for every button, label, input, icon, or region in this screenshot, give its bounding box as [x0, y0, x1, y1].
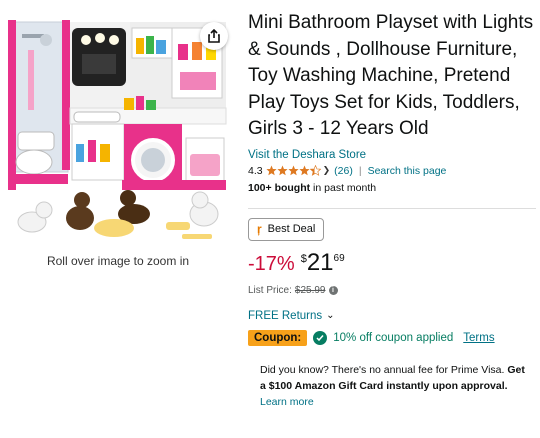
bought-count: 100+ bought: [248, 181, 311, 194]
info-icon[interactable]: i: [328, 285, 338, 295]
price-whole: 21: [306, 248, 334, 276]
list-price-label: List Price:: [248, 284, 292, 296]
discount-percent: -17%: [248, 252, 295, 275]
chevron-down-icon[interactable]: ❯: [323, 165, 331, 176]
free-returns-label[interactable]: FREE Returns: [248, 310, 322, 322]
separator: |: [358, 164, 362, 177]
check-icon: [313, 330, 328, 345]
best-deal-badge: ŗ Best Deal: [248, 217, 325, 241]
share-button[interactable]: [200, 22, 228, 50]
coupon-row: Coupon: 10% off coupon applied Terms: [248, 328, 536, 348]
bought-in-past-month: 100+ bought in past month: [248, 182, 536, 194]
product-title: Mini Bathroom Playset with Lights & Soun…: [248, 12, 534, 139]
free-returns[interactable]: FREE Returns ⌄: [248, 310, 536, 322]
promo-text: Did you know? There's no annual fee for …: [260, 363, 508, 376]
zoom-hint: Roll over image to zoom in: [46, 254, 190, 268]
price-fraction: 69: [333, 252, 345, 264]
image-gallery: Roll over image to zoom in: [0, 0, 236, 438]
learn-more-link[interactable]: Learn more: [260, 396, 314, 408]
star-icon: [299, 165, 310, 176]
product-details: Mini Bathroom Playset with Lights & Soun…: [248, 10, 536, 410]
coupon-applied-text: 10% off coupon applied: [333, 331, 454, 344]
list-price: List Price: $25.99 i: [248, 285, 536, 296]
deal-tag-icon: ŗ: [257, 222, 262, 236]
divider: [248, 207, 536, 209]
coupon-terms-link[interactable]: Terms: [463, 332, 494, 344]
half-star-icon: [309, 165, 321, 176]
search-this-page-link[interactable]: Search this page: [368, 165, 447, 177]
star-rating[interactable]: [266, 165, 321, 176]
rating-row: 4.3 ❯ (26) | Search this page: [248, 164, 536, 178]
coupon-badge: Coupon:: [248, 329, 308, 346]
chevron-down-icon[interactable]: ⌄: [326, 310, 334, 321]
rating-count-link[interactable]: (26): [334, 165, 353, 177]
star-icon: [266, 165, 277, 176]
rating-value: 4.3: [248, 164, 263, 177]
star-icon: [277, 165, 288, 176]
bought-period: in past month: [310, 181, 377, 194]
prime-visa-promo: Did you know? There's no annual fee for …: [260, 362, 532, 410]
share-icon: [208, 29, 220, 43]
store-link[interactable]: Visit the Deshara Store: [248, 149, 536, 161]
star-icon: [288, 165, 299, 176]
price-row: -17% $ 21 69: [248, 248, 536, 281]
list-price-value: $25.99: [294, 284, 326, 296]
best-deal-label: Best Deal: [267, 223, 316, 235]
playset-illustration: [4, 14, 232, 246]
product-image[interactable]: [4, 14, 232, 246]
